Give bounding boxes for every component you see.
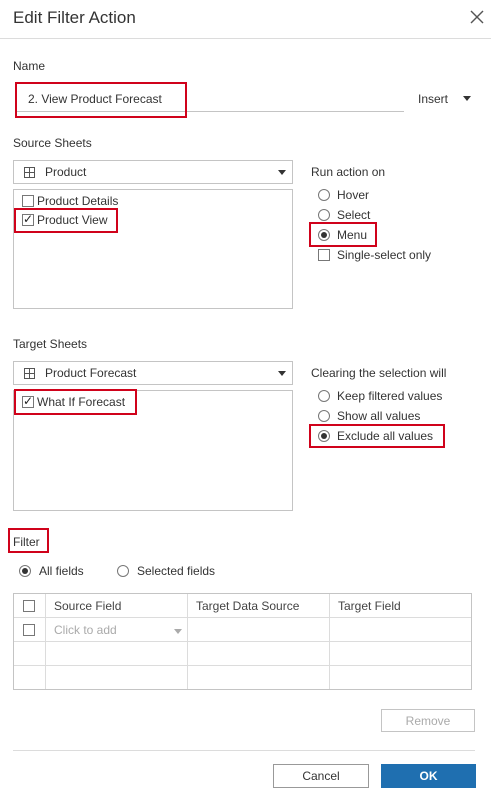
radio-hover[interactable] [318, 189, 330, 201]
clearing-label: Clearing the selection will [311, 366, 447, 380]
radio-select[interactable] [318, 209, 330, 221]
name-label: Name [13, 59, 46, 73]
table-col-divider [329, 594, 330, 689]
select-all-checkbox[interactable] [23, 600, 35, 612]
table-row-divider [14, 665, 471, 666]
caret-down-icon[interactable] [174, 629, 182, 634]
source-select-value: Product [45, 165, 87, 179]
radio-hover-label: Hover [337, 188, 370, 202]
cancel-button[interactable]: Cancel [273, 764, 369, 788]
sheet-grid-icon [24, 167, 35, 178]
source-sheets-label: Source Sheets [13, 136, 92, 150]
radio-keep-filtered-label: Keep filtered values [337, 389, 443, 403]
product-view-highlight [14, 208, 118, 233]
click-to-add-field[interactable]: Click to add [54, 623, 117, 637]
name-highlight [15, 82, 187, 118]
filter-highlight [8, 528, 49, 553]
caret-down-icon [278, 371, 286, 376]
column-header-target-field[interactable]: Target Field [338, 599, 401, 613]
table-col-divider [187, 594, 188, 689]
remove-button[interactable]: Remove [381, 709, 475, 732]
row-checkbox[interactable] [23, 624, 35, 636]
insert-menu[interactable]: Insert [418, 92, 448, 106]
caret-down-icon [278, 170, 286, 175]
exclude-all-highlight [309, 424, 445, 448]
radio-select-label: Select [337, 208, 371, 222]
column-header-target-data-source[interactable]: Target Data Source [196, 599, 299, 613]
target-dashboard-select[interactable]: Product Forecast [13, 361, 293, 385]
close-icon[interactable] [468, 8, 486, 26]
radio-show-all[interactable] [318, 410, 330, 422]
footer-divider [13, 750, 475, 751]
table-header-divider [14, 617, 471, 618]
single-select-label: Single-select only [337, 248, 432, 262]
menu-highlight [309, 222, 377, 247]
source-sheet-label: Product Details [37, 194, 119, 208]
sheet-grid-icon [24, 368, 35, 379]
radio-show-all-label: Show all values [337, 409, 421, 423]
table-row-divider [14, 641, 471, 642]
radio-selected-fields-label: Selected fields [137, 564, 216, 578]
what-if-forecast-highlight [14, 389, 137, 415]
target-sheets-label: Target Sheets [13, 337, 88, 351]
source-sheet-checkbox[interactable] [22, 195, 34, 207]
column-header-source-field[interactable]: Source Field [54, 599, 121, 613]
field-mapping-table: Source Field Target Data Source Target F… [13, 593, 472, 690]
radio-selected-fields[interactable] [117, 565, 129, 577]
header-divider [0, 38, 491, 39]
radio-all-fields[interactable] [19, 565, 31, 577]
ok-button[interactable]: OK [381, 764, 476, 788]
chevron-down-icon[interactable] [463, 96, 471, 101]
target-select-value: Product Forecast [45, 366, 137, 380]
run-action-label: Run action on [311, 165, 386, 179]
table-col-divider [45, 594, 46, 689]
single-select-checkbox[interactable] [318, 249, 330, 261]
radio-all-fields-label: All fields [39, 564, 84, 578]
dialog-title: Edit Filter Action [13, 8, 136, 27]
source-datasource-select[interactable]: Product [13, 160, 293, 184]
radio-keep-filtered[interactable] [318, 390, 330, 402]
